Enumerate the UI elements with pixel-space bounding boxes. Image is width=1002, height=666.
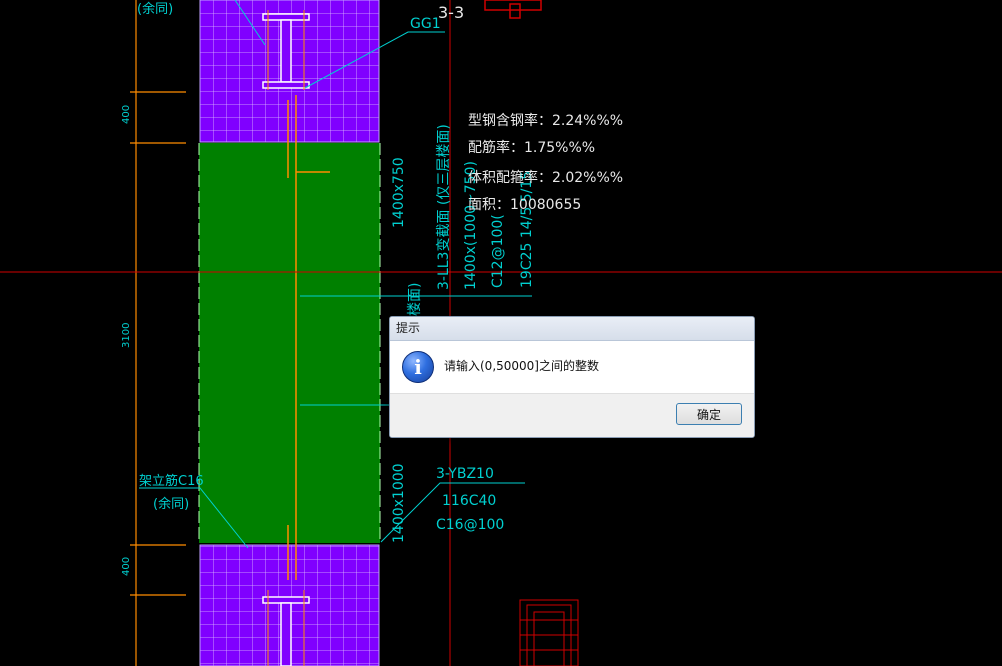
dimension-chain — [130, 0, 186, 666]
top-detail-mark — [484, 0, 542, 19]
dialog-body: i 请输入(0,50000]之间的整数 — [390, 341, 754, 393]
beam-size-1: 1400x750 — [391, 157, 407, 228]
dim-400-top: 400 — [121, 105, 132, 124]
gg1-label: GG1 — [410, 16, 441, 32]
dim-400-bottom: 400 — [121, 557, 132, 576]
stats-rebar-ratio: 配筋率：1.75%%% — [468, 139, 595, 156]
bottom-detail-mark — [519, 599, 579, 666]
prompt-dialog[interactable]: 提示 i 请输入(0,50000]之间的整数 确定 — [389, 316, 755, 438]
info-icon: i — [402, 351, 434, 383]
column-size: 1400x1000 — [391, 463, 407, 543]
dim-3100: 3100 — [121, 323, 132, 348]
ybz-bars: 116C40 — [442, 493, 496, 509]
ybz-label: 3-YBZ10 — [436, 466, 494, 482]
yuton-bottom: (余同) — [153, 496, 189, 512]
erect-bar-label: 架立筋C16 — [139, 473, 204, 489]
ok-button[interactable]: 确定 — [676, 403, 742, 425]
ybz-stirrup: C16@100 — [436, 517, 504, 533]
stats-area: 面积：10080655 — [468, 197, 581, 213]
beam-main-bars: 19C25 14/5 5/15 — [519, 171, 535, 288]
stats-volume-ratio: 体积配箍率：2.02%%% — [468, 169, 623, 186]
green-wall — [198, 143, 381, 543]
beam-title: 3-LL3变截面 (仅三层楼面) — [436, 124, 452, 290]
dialog-title[interactable]: 提示 — [390, 317, 754, 341]
beam-stirrup: C12@100( — [490, 214, 506, 288]
bottom-column-section — [199, 544, 380, 666]
section-label: 3-3 — [438, 3, 464, 22]
yuton-top: (余同) — [137, 1, 173, 17]
top-column-section — [199, 0, 380, 143]
dialog-footer: 确定 — [390, 393, 754, 437]
stats-steel-ratio: 型钢含钢率：2.24%%% — [468, 112, 623, 129]
dialog-message: 请输入(0,50000]之间的整数 — [444, 359, 599, 373]
